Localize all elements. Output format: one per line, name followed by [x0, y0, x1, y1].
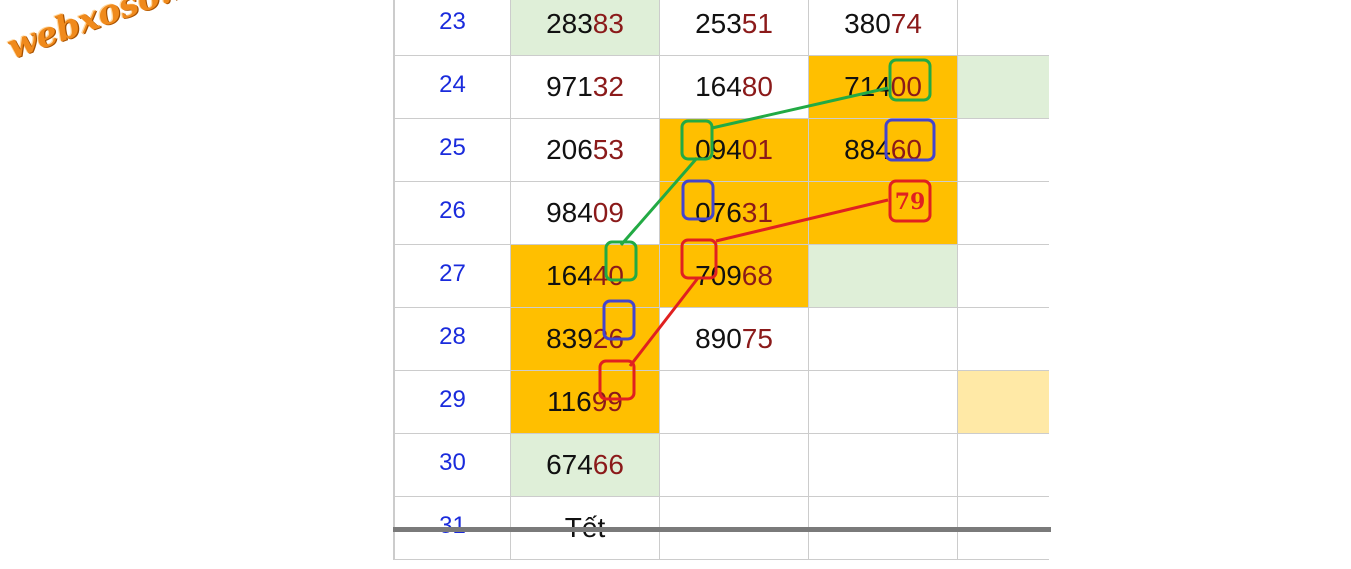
red-marker — [680, 238, 718, 280]
blue-marker — [884, 118, 936, 162]
pattern-overlay: 79 — [598, 58, 936, 401]
red-marker — [598, 359, 636, 401]
green-marker — [680, 119, 714, 161]
blue-marker — [602, 299, 636, 341]
red-connector-line — [715, 198, 889, 243]
green-connector-line — [711, 86, 889, 130]
green-marker — [888, 58, 932, 102]
red-connector-line — [628, 277, 700, 367]
green-marker — [604, 240, 638, 282]
green-connector-line — [619, 157, 699, 246]
prediction-number: 79 — [895, 189, 926, 215]
blue-marker — [681, 179, 715, 221]
